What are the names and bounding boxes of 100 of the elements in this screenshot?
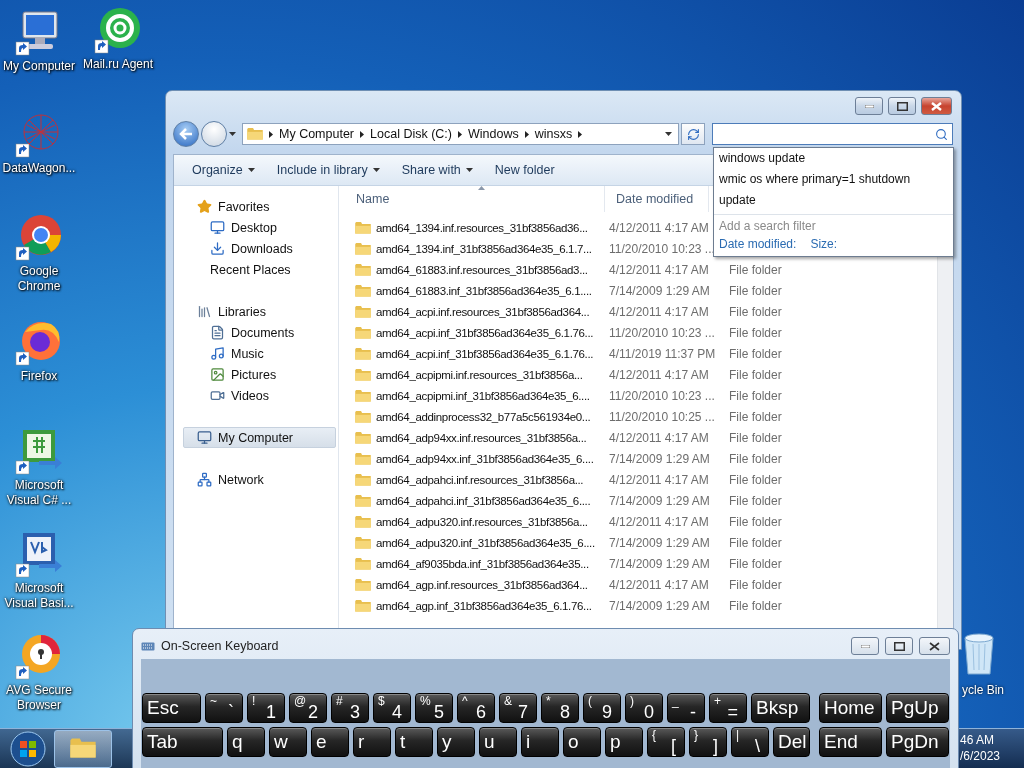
nav-item[interactable]: Documents bbox=[183, 322, 336, 343]
column-header[interactable]: Date modified bbox=[605, 186, 709, 212]
file-name[interactable]: amd64_af9035bda.inf_31bf3856ad364e35... bbox=[376, 557, 589, 570]
keyboard-key[interactable]: q bbox=[227, 727, 265, 757]
nav-item[interactable]: Music bbox=[183, 343, 336, 364]
start-button[interactable] bbox=[8, 729, 48, 768]
refresh-button[interactable] bbox=[681, 123, 705, 145]
file-name[interactable]: amd64_adpahci.inf.resources_31bf3856a... bbox=[376, 473, 584, 486]
forward-button[interactable] bbox=[201, 121, 227, 147]
toolbar-button[interactable]: Organize bbox=[184, 160, 263, 180]
keyboard-key[interactable]: # 3 bbox=[331, 693, 369, 723]
keyboard-key[interactable]: Esc bbox=[142, 693, 201, 723]
keyboard-key[interactable]: r bbox=[353, 727, 391, 757]
chrome-icon[interactable] bbox=[15, 213, 63, 261]
keyboard-key[interactable]: o bbox=[563, 727, 601, 757]
suggestion-item[interactable]: windows update bbox=[714, 148, 953, 169]
toolbar-button[interactable]: Include in library bbox=[268, 160, 388, 180]
breadcrumb[interactable]: winsxs bbox=[534, 127, 573, 141]
keyboard-key[interactable]: w bbox=[269, 727, 307, 757]
suggestion-item[interactable]: wmic os where primary=1 shutdown bbox=[714, 169, 953, 190]
keyboard-key[interactable]: Bksp bbox=[751, 693, 810, 723]
file-name[interactable]: amd64_agp.inf_31bf3856ad364e35_6.1.76... bbox=[376, 599, 592, 612]
keyboard-key[interactable]: t bbox=[395, 727, 433, 757]
folder-icon bbox=[355, 451, 371, 466]
keyboard-key[interactable]: % 5 bbox=[415, 693, 453, 723]
keyboard-key[interactable]: u bbox=[479, 727, 517, 757]
nav-item[interactable]: My Computer bbox=[183, 427, 336, 448]
file-name[interactable]: amd64_61883.inf.resources_31bf3856ad3... bbox=[376, 263, 588, 276]
back-button[interactable] bbox=[173, 121, 199, 147]
keyboard-key[interactable]: e bbox=[311, 727, 349, 757]
nav-item[interactable]: Libraries bbox=[183, 301, 336, 322]
keyboard-key[interactable]: $ 4 bbox=[373, 693, 411, 723]
file-name[interactable]: amd64_adpahci.inf_31bf3856ad364e35_6.... bbox=[376, 494, 591, 507]
keyboard-key[interactable]: _ - bbox=[667, 693, 705, 723]
file-name[interactable]: amd64_acpi.inf_31bf3856ad364e35_6.1.76... bbox=[376, 347, 594, 360]
address-bar[interactable]: My Computer Local Disk (C:) Windows winsxs bbox=[242, 123, 679, 145]
nav-item[interactable]: Favorites bbox=[183, 196, 336, 217]
filter-link[interactable]: Date modified: bbox=[719, 237, 797, 251]
keyboard-key[interactable]: p bbox=[605, 727, 643, 757]
breadcrumb[interactable]: Local Disk (C:) bbox=[370, 127, 452, 141]
file-name[interactable]: amd64_1394.inf_31bf3856ad364e35_6.1.7... bbox=[376, 242, 592, 255]
taskbar-button[interactable] bbox=[54, 729, 112, 768]
nav-item[interactable]: Videos bbox=[183, 385, 336, 406]
keyboard-key[interactable]: PgDn bbox=[886, 727, 949, 757]
keyboard-key[interactable]: i bbox=[521, 727, 559, 757]
keyboard-key[interactable]: & 7 bbox=[499, 693, 537, 723]
keyboard-key[interactable]: ( 9 bbox=[583, 693, 621, 723]
keyboard-key[interactable]: Tab bbox=[142, 727, 223, 757]
date-cell-text: 4/12/2011 4:17 AM bbox=[608, 367, 710, 382]
keyboard-key[interactable]: | \ bbox=[731, 727, 769, 757]
file-name[interactable]: amd64_61883.inf_31bf3856ad364e35_6.1.... bbox=[376, 284, 592, 297]
nav-item[interactable]: Downloads bbox=[183, 238, 336, 259]
close-button[interactable] bbox=[919, 637, 950, 655]
keyboard-key[interactable]: ^ 6 bbox=[457, 693, 495, 723]
keyboard-key[interactable]: * 8 bbox=[541, 693, 579, 723]
code-file-icon[interactable] bbox=[15, 427, 63, 475]
toolbar-button[interactable]: New folder bbox=[486, 160, 563, 180]
nav-item[interactable]: Recent Places bbox=[183, 259, 336, 280]
maximize-button[interactable] bbox=[885, 637, 913, 655]
file-name[interactable]: amd64_adpu320.inf.resources_31bf3856a... bbox=[376, 515, 588, 528]
file-name[interactable]: amd64_addinprocess32_b77a5c561934e0... bbox=[376, 410, 591, 423]
type-cell-text: File folder bbox=[728, 556, 782, 571]
file-name[interactable]: amd64_acpipmi.inf.resources_31bf3856a... bbox=[376, 368, 583, 381]
keyboard-key[interactable]: PgUp bbox=[886, 693, 949, 723]
code-file-icon[interactable] bbox=[15, 530, 63, 578]
maximize-button[interactable] bbox=[888, 97, 916, 115]
file-name[interactable]: amd64_agp.inf.resources_31bf3856ad364... bbox=[376, 578, 588, 591]
minimize-button[interactable] bbox=[851, 637, 879, 655]
recycle-bin-icon[interactable] bbox=[962, 632, 996, 676]
breadcrumb[interactable]: Windows bbox=[468, 127, 519, 141]
keyboard-key[interactable]: y bbox=[437, 727, 475, 757]
type-cell-text: File folder bbox=[728, 514, 782, 529]
toolbar-button[interactable]: Share with bbox=[393, 160, 481, 180]
search-field[interactable] bbox=[712, 123, 953, 145]
keyboard-key[interactable]: @2 bbox=[289, 693, 327, 723]
filter-link[interactable]: Size: bbox=[810, 237, 838, 251]
shield-icon[interactable] bbox=[15, 632, 63, 680]
keyboard-key[interactable]: } ] bbox=[689, 727, 727, 757]
minimize-button[interactable] bbox=[855, 97, 883, 115]
keyboard-key[interactable]: + = bbox=[709, 693, 747, 723]
keyboard-key[interactable]: ! 1 bbox=[247, 693, 285, 723]
file-name[interactable]: amd64_acpi.inf.resources_31bf3856ad364... bbox=[376, 305, 590, 318]
keyboard-key[interactable]: ) 0 bbox=[625, 693, 663, 723]
picture-icon bbox=[210, 367, 225, 382]
file-name[interactable]: amd64_acpipmi.inf_31bf3856ad364e35_6.... bbox=[376, 389, 590, 402]
keyboard-key[interactable]: Home bbox=[819, 693, 882, 723]
keyboard-key[interactable]: ~ ` bbox=[205, 693, 243, 723]
keyboard-key[interactable]: End bbox=[819, 727, 882, 757]
file-name[interactable]: amd64_adpu320.inf_31bf3856ad364e35_6.... bbox=[376, 536, 595, 549]
keyboard-key[interactable]: { [ bbox=[647, 727, 685, 757]
keyboard-key[interactable]: Del bbox=[773, 727, 810, 757]
suggestion-item[interactable]: update bbox=[714, 190, 953, 211]
file-name[interactable]: amd64_adp94xx.inf.resources_31bf3856a... bbox=[376, 431, 587, 444]
file-name[interactable]: amd64_adp94xx.inf_31bf3856ad364e35_6.... bbox=[376, 452, 594, 465]
file-name[interactable]: amd64_1394.inf.resources_31bf3856ad36... bbox=[376, 221, 588, 234]
nav-item[interactable]: Desktop bbox=[183, 217, 336, 238]
nav-item[interactable]: Network bbox=[183, 469, 336, 490]
nav-item[interactable]: Pictures bbox=[183, 364, 336, 385]
breadcrumb[interactable]: My Computer bbox=[279, 127, 355, 141]
file-name[interactable]: amd64_acpi.inf_31bf3856ad364e35_6.1.76... bbox=[376, 326, 594, 339]
